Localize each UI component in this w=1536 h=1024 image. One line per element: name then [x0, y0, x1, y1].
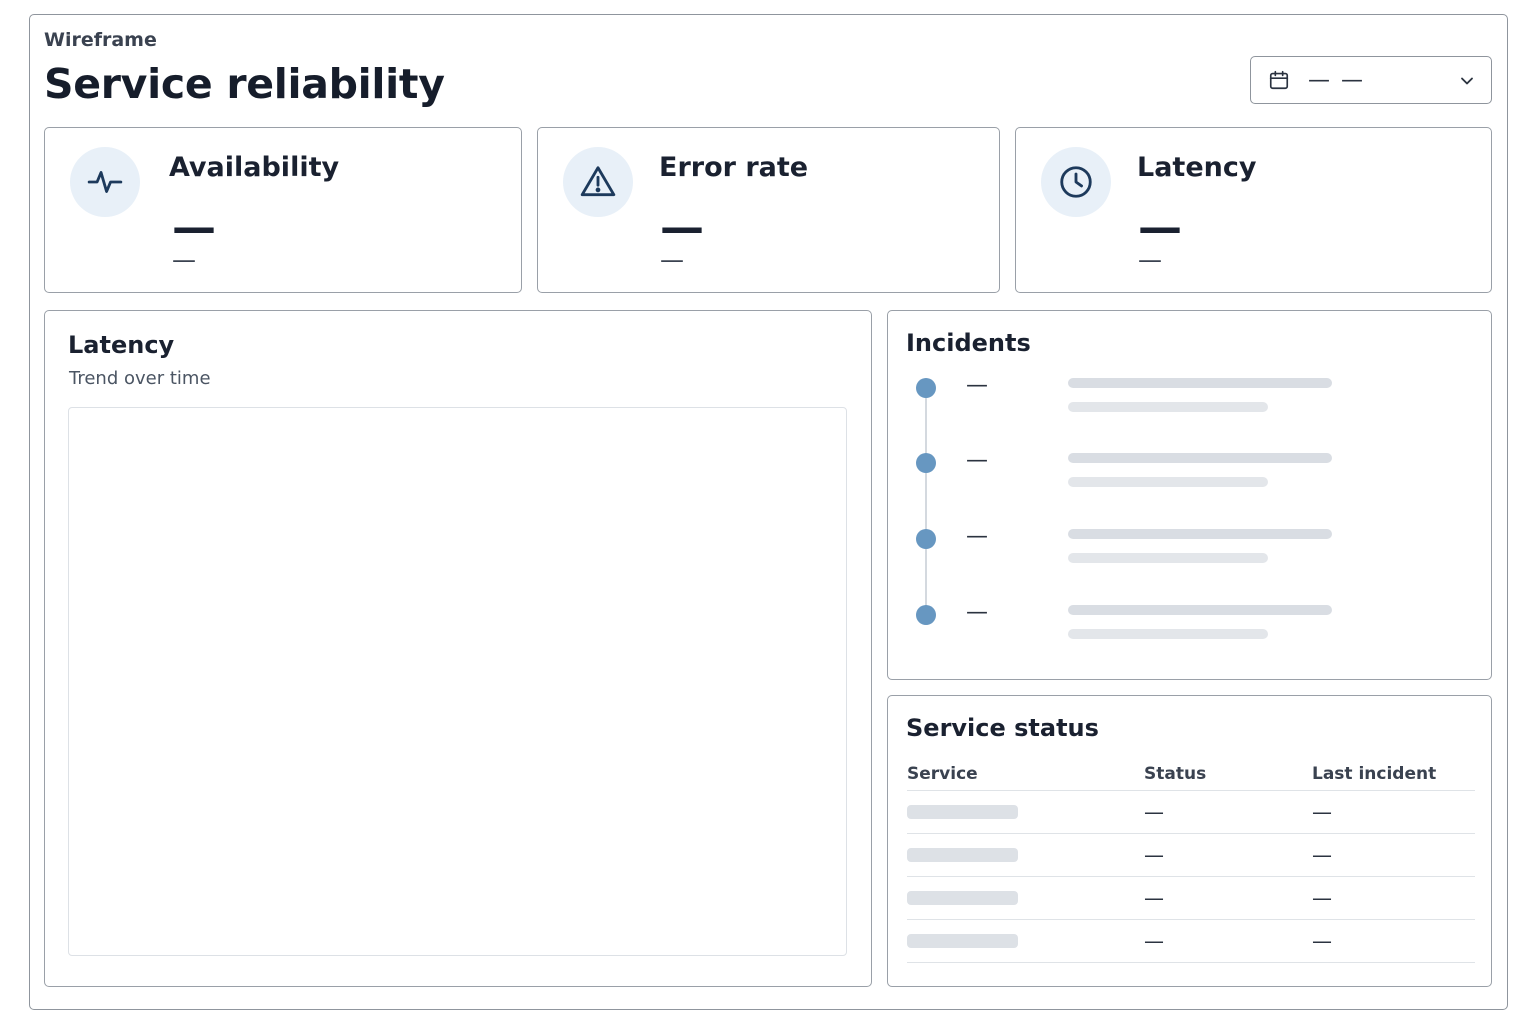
service-status-panel: Service status Service Status Last incid…: [887, 695, 1492, 987]
incident-item[interactable]: —: [888, 600, 1488, 655]
placeholder-bar: [907, 933, 1018, 948]
status-cell: —: [1144, 876, 1312, 920]
panel-subtitle: Trend over time: [69, 368, 211, 389]
placeholder-line: [1068, 529, 1332, 539]
column-header-service: Service: [907, 758, 1144, 791]
kpi-card-error-rate: Error rate — —: [537, 127, 1000, 293]
placeholder-line: [1068, 477, 1268, 487]
kpi-subtext: —: [172, 246, 196, 274]
date-range-picker[interactable]: — —: [1250, 56, 1492, 104]
incident-item[interactable]: —: [888, 448, 1488, 503]
placeholder-line: [1068, 605, 1332, 615]
pulse-icon: [87, 171, 123, 193]
kpi-title: Latency: [1137, 152, 1257, 183]
column-header-last-incident: Last incident: [1312, 758, 1475, 791]
timeline-dot: [916, 453, 936, 473]
service-cell: [907, 876, 1144, 920]
last-incident-cell: —: [1312, 790, 1475, 834]
kpi-card-latency: Latency — —: [1015, 127, 1492, 293]
table-row[interactable]: — —: [907, 919, 1475, 963]
incident-time: —: [966, 524, 988, 549]
placeholder-line: [1068, 402, 1268, 412]
placeholder-line: [1068, 453, 1332, 463]
panel-title: Latency: [68, 331, 175, 359]
last-incident-cell: —: [1312, 876, 1475, 920]
service-status-table: Service Status Last incident — — — — — —: [907, 758, 1475, 963]
latency-chart-area: [68, 407, 847, 956]
kpi-title: Availability: [169, 152, 340, 183]
placeholder-bar: [907, 847, 1018, 862]
service-cell: [907, 833, 1144, 877]
incidents-panel: Incidents — — — —: [887, 310, 1492, 680]
table-row[interactable]: — —: [907, 876, 1475, 920]
warning-icon: [580, 166, 616, 197]
kpi-title: Error rate: [659, 152, 809, 183]
placeholder-line: [1068, 378, 1332, 388]
incident-time: —: [966, 448, 988, 473]
panel-title: Incidents: [906, 329, 1031, 357]
panel-title: Service status: [906, 714, 1099, 742]
calendar-icon: [1269, 70, 1289, 90]
service-cell: [907, 919, 1144, 963]
placeholder-bar: [907, 890, 1018, 905]
status-cell: —: [1144, 790, 1312, 834]
latency-panel: Latency Trend over time: [44, 310, 872, 987]
incident-time: —: [966, 600, 988, 625]
timeline-dot: [916, 605, 936, 625]
column-header-status: Status: [1144, 758, 1312, 791]
status-cell: —: [1144, 919, 1312, 963]
kpi-card-availability: Availability — —: [44, 127, 522, 293]
last-incident-cell: —: [1312, 833, 1475, 877]
placeholder-line: [1068, 553, 1268, 563]
timeline-dot: [916, 529, 936, 549]
table-header-row: Service Status Last incident: [907, 758, 1475, 791]
wireframe-label: Wireframe: [44, 29, 157, 51]
kpi-value: —: [660, 202, 704, 253]
last-incident-cell: —: [1312, 919, 1475, 963]
kpi-subtext: —: [1138, 246, 1162, 274]
kpi-icon-badge: [1041, 147, 1111, 217]
kpi-value: —: [172, 202, 216, 253]
incident-time: —: [966, 373, 988, 398]
placeholder-bar: [907, 804, 1018, 819]
kpi-value: —: [1138, 202, 1182, 253]
status-cell: —: [1144, 833, 1312, 877]
table-row[interactable]: — —: [907, 790, 1475, 834]
timeline-dot: [916, 378, 936, 398]
service-cell: [907, 790, 1144, 834]
date-range-value: — —: [1308, 67, 1365, 93]
kpi-icon-badge: [70, 147, 140, 217]
kpi-subtext: —: [660, 246, 684, 274]
placeholder-line: [1068, 629, 1268, 639]
incident-item[interactable]: —: [888, 373, 1488, 428]
clock-icon: [1060, 166, 1092, 198]
chevron-down-icon: [1461, 77, 1473, 85]
table-row[interactable]: — —: [907, 833, 1475, 877]
kpi-icon-badge: [563, 147, 633, 217]
page-title: Service reliability: [44, 60, 445, 108]
incident-item[interactable]: —: [888, 524, 1488, 579]
